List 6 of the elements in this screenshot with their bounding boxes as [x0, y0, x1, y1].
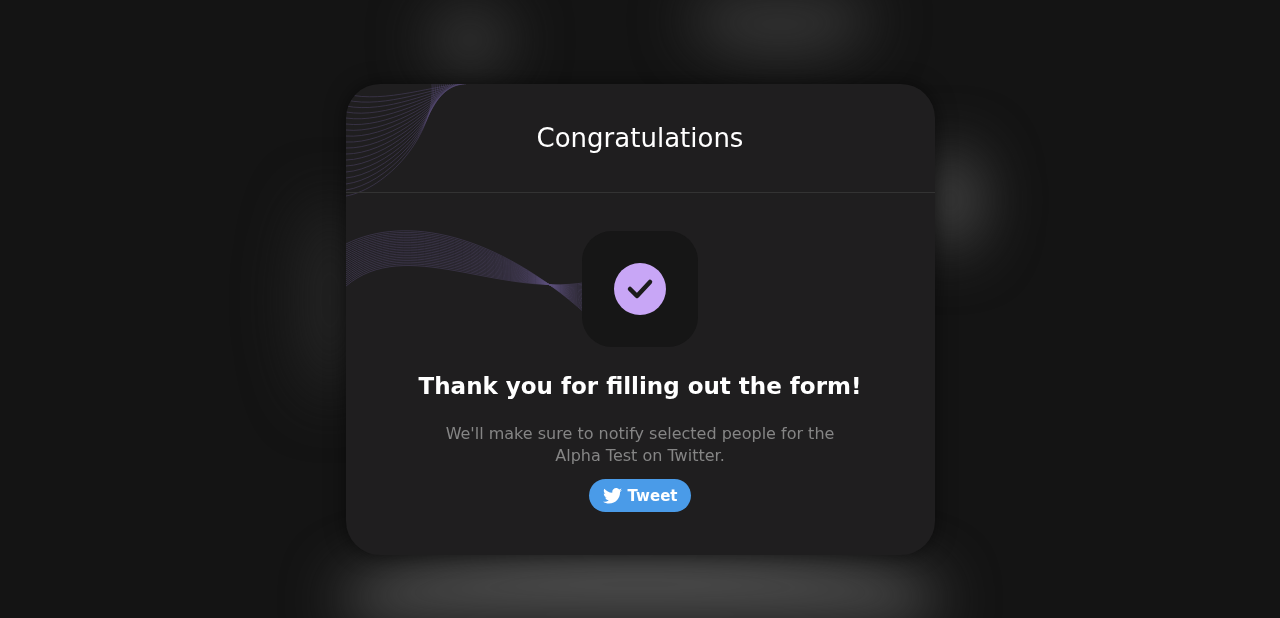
notification-message: We'll make sure to notify selected people for the Alpha Test on Twitter. [444, 423, 836, 467]
dialog-title: Congratulations [536, 123, 744, 153]
check-circle-icon [614, 263, 666, 315]
thank-you-heading: Thank you for filling out the form! [418, 373, 862, 399]
bird-icon [602, 487, 622, 504]
tweet-button[interactable]: Tweet [588, 479, 692, 512]
